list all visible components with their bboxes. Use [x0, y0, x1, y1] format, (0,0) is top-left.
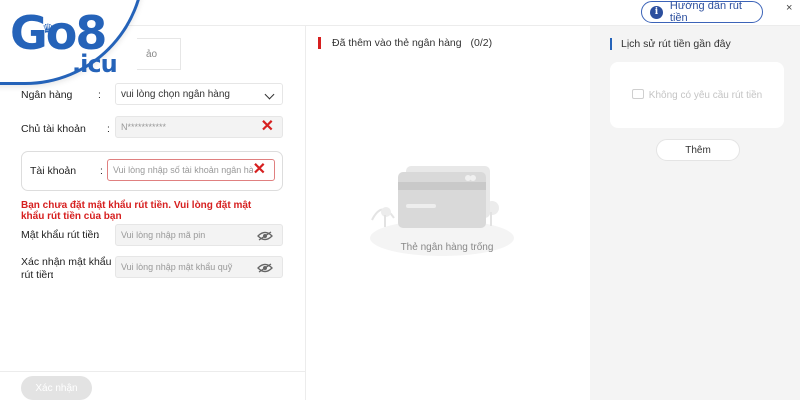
withdraw-guide-label: Hướng dẫn rút tiền — [669, 0, 742, 24]
close-icon[interactable]: × — [786, 2, 792, 14]
pin-input[interactable]: Vui lòng nhập mã pin — [115, 224, 283, 246]
partial-tab[interactable]: ảo — [137, 38, 181, 70]
logo-sub-text: .icu — [72, 50, 118, 78]
holder-colon: : — [107, 123, 110, 135]
confirm-label-line1: Xác nhận mật khẩu — [21, 256, 112, 268]
bank-colon: : — [98, 89, 101, 101]
confirm-password-input[interactable]: Vui lòng nhập mật khẩu quỹ — [115, 256, 283, 278]
eye-slash-icon[interactable] — [257, 263, 273, 273]
partial-tab-label: ảo — [146, 49, 158, 60]
empty-cards-text: Thẻ ngân hàng trống — [400, 242, 494, 253]
withdraw-guide-button[interactable]: i Hướng dẫn rút tiền — [641, 0, 763, 24]
error-message: Bạn chưa đặt mật khẩu rút tiền. Vui lòng… — [21, 200, 252, 222]
pin-label: Mật khẩu rút tiền — [21, 229, 100, 241]
account-label: Tài khoản — [30, 165, 77, 177]
history-title: Lịch sử rút tiền gần đây — [610, 38, 731, 50]
form-footer-divider — [0, 371, 306, 372]
account-number-placeholder: Vui lòng nhập số tài khoản ngân hàng — [113, 165, 253, 175]
crown-icon: ♛ — [42, 22, 54, 37]
account-colon: : — [100, 165, 103, 177]
confirm-password-placeholder: Vui lòng nhập mật khẩu quỹ — [121, 262, 233, 272]
history-empty-message: Không có yêu cầu rút tiền — [610, 89, 784, 101]
bank-label: Ngân hàng — [21, 89, 73, 101]
bank-select[interactable]: vui lòng chọn ngân hàng — [115, 83, 283, 105]
holder-label: Chủ tài khoản — [21, 123, 86, 135]
history-empty-text: Không có yêu cầu rút tiền — [648, 90, 763, 101]
holder-field-value: N*********** — [121, 122, 167, 132]
bank-select-value: vui lòng chọn ngân hàng — [121, 88, 230, 100]
inbox-icon — [631, 89, 644, 99]
eye-slash-icon[interactable] — [257, 231, 273, 241]
info-icon: i — [650, 5, 663, 19]
chevron-down-icon — [264, 89, 275, 100]
pin-colon: : — [96, 229, 99, 241]
pin-placeholder: Vui lòng nhập mã pin — [121, 230, 206, 240]
add-button[interactable]: Thêm — [656, 139, 740, 161]
clear-icon[interactable]: ✕ — [261, 119, 274, 135]
bank-cards-count: (0/2) — [470, 37, 493, 49]
confirm-label-line2: rút tiền — [21, 269, 54, 281]
clear-icon[interactable]: ✕ — [253, 162, 266, 178]
confirm-colon: : — [51, 269, 54, 281]
holder-field[interactable]: N*********** ✕ — [115, 116, 283, 138]
bank-cards-title: Đã thêm vào thẻ ngân hàng (0/2) — [318, 37, 492, 49]
bank-cards-title-text: Đã thêm vào thẻ ngân hàng — [332, 37, 462, 49]
account-number-input[interactable]: Vui lòng nhập số tài khoản ngân hàng ✕ — [107, 159, 275, 181]
submit-button[interactable]: Xác nhận — [21, 376, 92, 400]
history-card: Không có yêu cầu rút tiền — [610, 62, 784, 128]
